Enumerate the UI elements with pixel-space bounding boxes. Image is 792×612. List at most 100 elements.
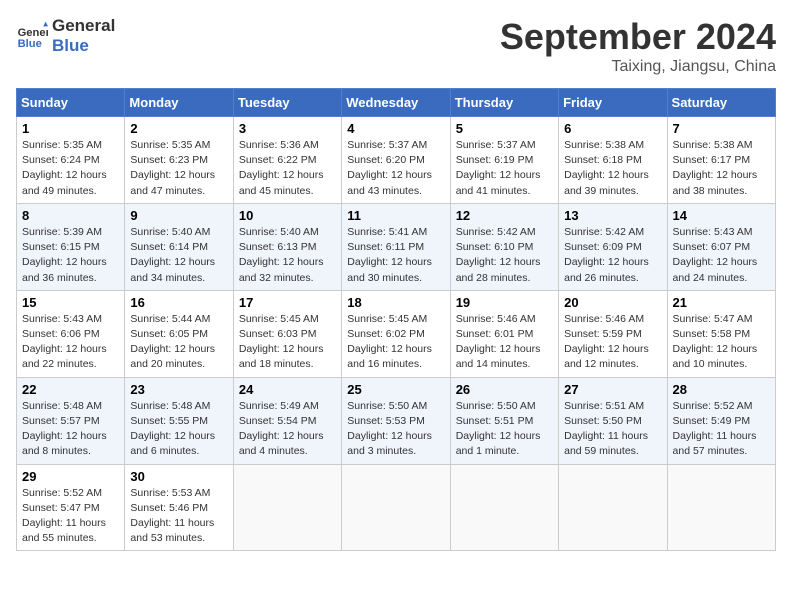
day-number: 29 <box>22 469 119 484</box>
column-header-saturday: Saturday <box>667 89 775 117</box>
column-header-sunday: Sunday <box>17 89 125 117</box>
day-number: 30 <box>130 469 227 484</box>
day-number: 10 <box>239 208 336 223</box>
logo-line2: Blue <box>52 36 115 56</box>
calendar-cell: 18 Sunrise: 5:45 AM Sunset: 6:02 PM Dayli… <box>342 290 450 377</box>
day-number: 15 <box>22 295 119 310</box>
column-header-tuesday: Tuesday <box>233 89 341 117</box>
day-info: Sunrise: 5:38 AM Sunset: 6:18 PM Dayligh… <box>564 138 661 199</box>
calendar-cell: 12Sunrise: 5:42 AM Sunset: 6:10 PM Dayli… <box>450 203 558 290</box>
calendar-cell: 9Sunrise: 5:40 AM Sunset: 6:14 PM Daylig… <box>125 203 233 290</box>
calendar-cell: 30Sunrise: 5:53 AM Sunset: 5:46 PM Dayli… <box>125 464 233 551</box>
calendar-cell: 25 Sunrise: 5:50 AM Sunset: 5:53 PM Dayli… <box>342 377 450 464</box>
calendar-week-1: 1 Sunrise: 5:35 AM Sunset: 6:24 PM Daylig… <box>17 117 776 204</box>
day-number: 6 <box>564 121 661 136</box>
calendar-cell: 14Sunrise: 5:43 AM Sunset: 6:07 PM Dayli… <box>667 203 775 290</box>
day-number: 17 <box>239 295 336 310</box>
day-info: Sunrise: 5:49 AM Sunset: 5:54 PM Dayligh… <box>239 399 336 460</box>
calendar-week-4: 22Sunrise: 5:48 AM Sunset: 5:57 PM Dayli… <box>17 377 776 464</box>
day-number: 19 <box>456 295 553 310</box>
day-info: Sunrise: 5:47 AM Sunset: 5:58 PM Dayligh… <box>673 312 770 373</box>
day-info: Sunrise: 5:40 AM Sunset: 6:14 PM Dayligh… <box>130 225 227 286</box>
day-number: 24 <box>239 382 336 397</box>
day-info: Sunrise: 5:45 AM Sunset: 6:02 PM Dayligh… <box>347 312 444 373</box>
calendar-cell: 4 Sunrise: 5:37 AM Sunset: 6:20 PM Daylig… <box>342 117 450 204</box>
calendar-cell: 27Sunrise: 5:51 AM Sunset: 5:50 PM Dayli… <box>559 377 667 464</box>
calendar-cell: 20 Sunrise: 5:46 AM Sunset: 5:59 PM Dayli… <box>559 290 667 377</box>
day-number: 25 <box>347 382 444 397</box>
calendar-cell: 28 Sunrise: 5:52 AM Sunset: 5:49 PM Dayli… <box>667 377 775 464</box>
calendar-cell: 8 Sunrise: 5:39 AM Sunset: 6:15 PM Daylig… <box>17 203 125 290</box>
day-number: 8 <box>22 208 119 223</box>
day-info: Sunrise: 5:36 AM Sunset: 6:22 PM Dayligh… <box>239 138 336 199</box>
day-info: Sunrise: 5:48 AM Sunset: 5:55 PM Dayligh… <box>130 399 227 460</box>
column-header-monday: Monday <box>125 89 233 117</box>
day-number: 4 <box>347 121 444 136</box>
day-number: 1 <box>22 121 119 136</box>
day-number: 21 <box>673 295 770 310</box>
day-info: Sunrise: 5:39 AM Sunset: 6:15 PM Dayligh… <box>22 225 119 286</box>
calendar-table: SundayMondayTuesdayWednesdayThursdayFrid… <box>16 88 776 551</box>
calendar-cell <box>559 464 667 551</box>
day-number: 14 <box>673 208 770 223</box>
calendar-cell: 16 Sunrise: 5:44 AM Sunset: 6:05 PM Dayli… <box>125 290 233 377</box>
calendar-cell: 17 Sunrise: 5:45 AM Sunset: 6:03 PM Dayli… <box>233 290 341 377</box>
day-info: Sunrise: 5:50 AM Sunset: 5:51 PM Dayligh… <box>456 399 553 460</box>
day-info: Sunrise: 5:44 AM Sunset: 6:05 PM Dayligh… <box>130 312 227 373</box>
day-number: 22 <box>22 382 119 397</box>
column-header-thursday: Thursday <box>450 89 558 117</box>
page-header: General Blue General Blue September 2024… <box>16 16 776 76</box>
day-number: 28 <box>673 382 770 397</box>
calendar-cell: 7 Sunrise: 5:38 AM Sunset: 6:17 PM Daylig… <box>667 117 775 204</box>
day-number: 3 <box>239 121 336 136</box>
calendar-cell: 29Sunrise: 5:52 AM Sunset: 5:47 PM Dayli… <box>17 464 125 551</box>
day-number: 27 <box>564 382 661 397</box>
day-number: 20 <box>564 295 661 310</box>
day-info: Sunrise: 5:43 AM Sunset: 6:06 PM Dayligh… <box>22 312 119 373</box>
logo: General Blue General Blue <box>16 16 115 57</box>
day-info: Sunrise: 5:35 AM Sunset: 6:23 PM Dayligh… <box>130 138 227 199</box>
day-number: 13 <box>564 208 661 223</box>
calendar-cell <box>342 464 450 551</box>
day-number: 11 <box>347 208 444 223</box>
day-info: Sunrise: 5:46 AM Sunset: 5:59 PM Dayligh… <box>564 312 661 373</box>
day-info: Sunrise: 5:42 AM Sunset: 6:09 PM Dayligh… <box>564 225 661 286</box>
day-info: Sunrise: 5:35 AM Sunset: 6:24 PM Dayligh… <box>22 138 119 199</box>
logo-icon: General Blue <box>16 20 48 52</box>
calendar-cell: 3 Sunrise: 5:36 AM Sunset: 6:22 PM Daylig… <box>233 117 341 204</box>
calendar-cell: 23Sunrise: 5:48 AM Sunset: 5:55 PM Dayli… <box>125 377 233 464</box>
day-info: Sunrise: 5:42 AM Sunset: 6:10 PM Dayligh… <box>456 225 553 286</box>
day-info: Sunrise: 5:46 AM Sunset: 6:01 PM Dayligh… <box>456 312 553 373</box>
calendar-cell: 11Sunrise: 5:41 AM Sunset: 6:11 PM Dayli… <box>342 203 450 290</box>
svg-text:Blue: Blue <box>18 39 42 51</box>
calendar-cell: 21 Sunrise: 5:47 AM Sunset: 5:58 PM Dayli… <box>667 290 775 377</box>
calendar-cell <box>233 464 341 551</box>
calendar-cell <box>667 464 775 551</box>
month-title: September 2024 <box>500 16 776 58</box>
calendar-week-3: 15 Sunrise: 5:43 AM Sunset: 6:06 PM Dayli… <box>17 290 776 377</box>
location-subtitle: Taixing, Jiangsu, China <box>500 58 776 76</box>
logo-line1: General <box>52 16 115 36</box>
day-number: 7 <box>673 121 770 136</box>
calendar-week-2: 8 Sunrise: 5:39 AM Sunset: 6:15 PM Daylig… <box>17 203 776 290</box>
day-info: Sunrise: 5:50 AM Sunset: 5:53 PM Dayligh… <box>347 399 444 460</box>
calendar-cell: 6 Sunrise: 5:38 AM Sunset: 6:18 PM Daylig… <box>559 117 667 204</box>
day-number: 16 <box>130 295 227 310</box>
calendar-cell: 19 Sunrise: 5:46 AM Sunset: 6:01 PM Dayli… <box>450 290 558 377</box>
title-section: September 2024 Taixing, Jiangsu, China <box>500 16 776 76</box>
day-info: Sunrise: 5:37 AM Sunset: 6:20 PM Dayligh… <box>347 138 444 199</box>
day-number: 5 <box>456 121 553 136</box>
day-number: 26 <box>456 382 553 397</box>
calendar-cell <box>450 464 558 551</box>
day-info: Sunrise: 5:45 AM Sunset: 6:03 PM Dayligh… <box>239 312 336 373</box>
calendar-cell: 22Sunrise: 5:48 AM Sunset: 5:57 PM Dayli… <box>17 377 125 464</box>
calendar-cell: 10Sunrise: 5:40 AM Sunset: 6:13 PM Dayli… <box>233 203 341 290</box>
column-header-friday: Friday <box>559 89 667 117</box>
calendar-cell: 1 Sunrise: 5:35 AM Sunset: 6:24 PM Daylig… <box>17 117 125 204</box>
day-info: Sunrise: 5:38 AM Sunset: 6:17 PM Dayligh… <box>673 138 770 199</box>
column-header-wednesday: Wednesday <box>342 89 450 117</box>
calendar-cell: 24 Sunrise: 5:49 AM Sunset: 5:54 PM Dayli… <box>233 377 341 464</box>
calendar-week-5: 29Sunrise: 5:52 AM Sunset: 5:47 PM Dayli… <box>17 464 776 551</box>
day-number: 18 <box>347 295 444 310</box>
day-info: Sunrise: 5:52 AM Sunset: 5:49 PM Dayligh… <box>673 399 770 460</box>
